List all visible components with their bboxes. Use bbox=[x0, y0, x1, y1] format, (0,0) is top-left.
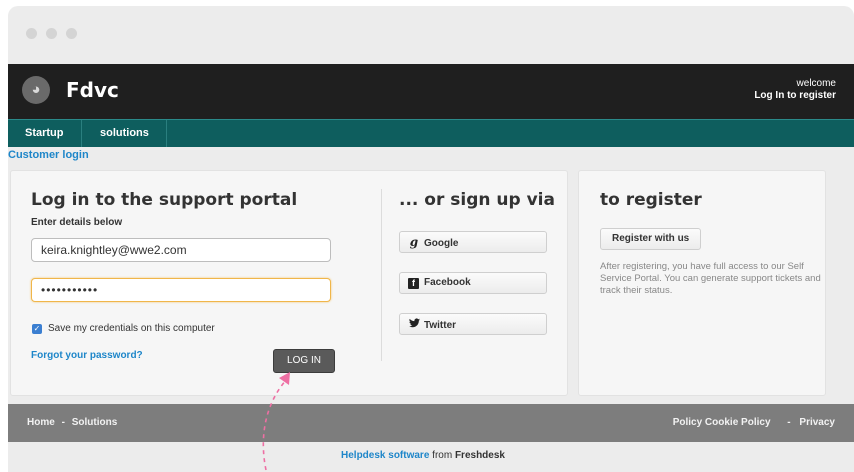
facebook-icon: f bbox=[408, 278, 419, 289]
customer-login-link[interactable]: Customer login bbox=[8, 149, 89, 161]
remember-checkbox[interactable]: ✓ bbox=[32, 324, 42, 334]
footer-solutions-link[interactable]: Solutions bbox=[72, 417, 118, 428]
signup-title: ... or sign up via bbox=[399, 190, 555, 210]
main-nav: Startup solutions bbox=[8, 119, 854, 147]
headphones-icon[interactable]: ◕ bbox=[22, 76, 50, 104]
footer-separator-right: - bbox=[787, 417, 791, 428]
twitter-signup-button[interactable]: Twitter bbox=[399, 313, 547, 335]
welcome-text: welcome bbox=[796, 78, 836, 89]
footer-policy-link[interactable]: Policy Cookie Policy bbox=[673, 417, 771, 428]
register-description: After registering, you have full access … bbox=[600, 261, 821, 296]
register-title: to register bbox=[600, 190, 702, 210]
register-link[interactable]: to register bbox=[787, 90, 836, 101]
google-icon: g bbox=[409, 235, 419, 249]
brand-name[interactable]: Fdvc bbox=[66, 78, 119, 102]
twitter-label: Twitter bbox=[424, 320, 457, 331]
minimize-window-dot[interactable] bbox=[46, 28, 57, 39]
maximize-window-dot[interactable] bbox=[66, 28, 77, 39]
forgot-password-link[interactable]: Forgot your password? bbox=[31, 350, 143, 361]
close-window-dot[interactable] bbox=[26, 28, 37, 39]
google-signup-button[interactable]: g Google bbox=[399, 231, 547, 253]
site-footer: Home - Solutions Policy Cookie Policy - … bbox=[8, 404, 854, 442]
powered-by: Helpdesk software from Freshdesk bbox=[0, 450, 846, 461]
remember-label: Save my credentials on this computer bbox=[48, 323, 215, 334]
login-title: Log in to the support portal bbox=[31, 190, 298, 210]
facebook-label: Facebook bbox=[424, 277, 471, 288]
footer-separator: - bbox=[61, 417, 65, 428]
register-panel: to register Register with us After regis… bbox=[578, 170, 826, 396]
nav-item-startup[interactable]: Startup bbox=[8, 120, 82, 147]
freshdesk-brand: Freshdesk bbox=[454, 450, 505, 461]
window-controls bbox=[26, 28, 77, 39]
annotation-arrow-icon bbox=[262, 372, 290, 471]
helpdesk-software-link[interactable]: Helpdesk software bbox=[341, 450, 429, 461]
email-field[interactable]: keira.knightley@wwe2.com bbox=[31, 238, 331, 262]
login-link[interactable]: Log In bbox=[754, 90, 784, 101]
footer-home-link[interactable]: Home bbox=[27, 417, 55, 428]
site-header: ◕ Fdvc welcome Log In to register bbox=[8, 64, 854, 119]
google-label: Google bbox=[424, 238, 459, 249]
twitter-icon bbox=[408, 314, 420, 334]
nav-item-solutions[interactable]: solutions bbox=[83, 120, 167, 147]
browser-window: ◕ Fdvc welcome Log In to register Startu… bbox=[8, 6, 854, 472]
register-button[interactable]: Register with us bbox=[600, 228, 702, 250]
password-field[interactable]: ••••••••••• bbox=[31, 278, 331, 302]
facebook-signup-button[interactable]: f Facebook bbox=[399, 272, 547, 294]
login-subtitle: Enter details below bbox=[31, 217, 123, 228]
header-user-links: welcome Log In to register bbox=[754, 78, 836, 102]
panel-divider bbox=[381, 189, 382, 361]
powered-from-text: from bbox=[429, 450, 455, 461]
login-panel: Log in to the support portal Enter detai… bbox=[10, 170, 568, 396]
footer-privacy-link[interactable]: Privacy bbox=[799, 417, 835, 428]
